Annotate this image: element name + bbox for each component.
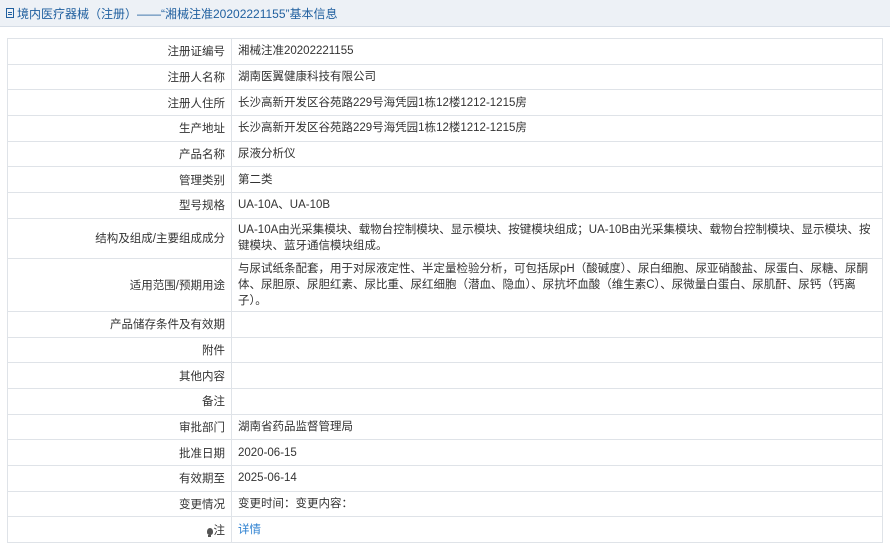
structure-composition: UA-10A由光采集模块、载物台控制模块、显示模块、按键模块组成；UA-10B由… <box>231 217 883 259</box>
table-row: 审批部门 湖南省药品监督管理局 <box>7 413 883 441</box>
registrant-address: 长沙高新开发区谷苑路229号海凭园1栋12楼1212-1215房 <box>231 89 883 117</box>
table-row: 变更情况 变更时间：变更内容： <box>7 490 883 518</box>
table-row: 注册证编号 湘械注准20202221155 <box>7 38 883 65</box>
product-name: 尿液分析仪 <box>231 140 883 168</box>
management-category: 第二类 <box>231 166 883 194</box>
model-spec: UA-10A、UA-10B <box>231 192 883 219</box>
approval-date: 2020-06-15 <box>231 439 883 466</box>
table-row: 产品名称 尿液分析仪 <box>7 140 883 168</box>
field-label: 产品名称 <box>7 140 232 168</box>
info-table: 注册证编号 湘械注准20202221155 注册人名称 湖南医翼健康科技有限公司… <box>7 38 883 543</box>
field-label: 附件 <box>7 336 232 364</box>
field-label: 结构及组成/主要组成成分 <box>7 217 232 259</box>
field-label: 注册证编号 <box>7 38 232 65</box>
table-row: 型号规格 UA-10A、UA-10B <box>7 192 883 219</box>
table-row: 附件 <box>7 336 883 364</box>
registrant-name: 湖南医翼健康科技有限公司 <box>231 63 883 91</box>
field-label: 变更情况 <box>7 490 232 518</box>
field-label: 管理类别 <box>7 166 232 194</box>
table-row: 注册人住所 长沙高新开发区谷苑路229号海凭园1栋12楼1212-1215房 <box>7 89 883 117</box>
field-label: 产品储存条件及有效期 <box>7 310 232 338</box>
change-info: 变更时间：变更内容： <box>231 490 883 518</box>
table-row: 结构及组成/主要组成成分 UA-10A由光采集模块、载物台控制模块、显示模块、按… <box>7 217 883 259</box>
field-label: 注 <box>213 524 226 537</box>
attachment <box>231 336 883 364</box>
lightbulb-icon <box>206 527 213 537</box>
storage-conditions <box>231 310 883 338</box>
remark <box>231 387 883 415</box>
field-label: 备注 <box>7 387 232 415</box>
field-label: 批准日期 <box>7 439 232 466</box>
note-label-cell: 注 <box>7 516 232 543</box>
info-panel: 注册证编号 湘械注准20202221155 注册人名称 湖南医翼健康科技有限公司… <box>0 27 890 543</box>
intended-use: 与尿试纸条配套，用于对尿液定性、半定量检验分析，可包括尿pH（酸碱度）、尿白细胞… <box>231 257 883 312</box>
registration-number: 湘械注准20202221155 <box>231 38 883 65</box>
field-label: 注册人名称 <box>7 63 232 91</box>
field-label: 其他内容 <box>7 362 232 389</box>
valid-until: 2025-06-14 <box>231 464 883 492</box>
details-link[interactable]: 详情 <box>238 524 261 536</box>
page-title: 境内医疗器械（注册）——“湘械注准20202221155”基本信息 <box>17 6 338 21</box>
other-content <box>231 362 883 389</box>
field-label: 型号规格 <box>7 192 232 219</box>
table-row: 适用范围/预期用途 与尿试纸条配套，用于对尿液定性、半定量检验分析，可包括尿pH… <box>7 257 883 312</box>
production-address: 长沙高新开发区谷苑路229号海凭园1栋12楼1212-1215房 <box>231 115 883 142</box>
table-row: 注 详情 <box>7 516 883 543</box>
field-label: 注册人住所 <box>7 89 232 117</box>
table-row: 生产地址 长沙高新开发区谷苑路229号海凭园1栋12楼1212-1215房 <box>7 115 883 142</box>
table-row: 批准日期 2020-06-15 <box>7 439 883 466</box>
table-row: 产品储存条件及有效期 <box>7 310 883 338</box>
field-label: 生产地址 <box>7 115 232 142</box>
table-row: 有效期至 2025-06-14 <box>7 464 883 492</box>
table-row: 备注 <box>7 387 883 415</box>
table-row: 其他内容 <box>7 362 883 389</box>
table-row: 注册人名称 湖南医翼健康科技有限公司 <box>7 63 883 91</box>
page-title-bar: 境内医疗器械（注册）——“湘械注准20202221155”基本信息 <box>0 0 890 27</box>
field-label: 有效期至 <box>7 464 232 492</box>
approval-department: 湖南省药品监督管理局 <box>231 413 883 441</box>
field-label: 适用范围/预期用途 <box>7 257 232 312</box>
field-label: 审批部门 <box>7 413 232 441</box>
note-value: 详情 <box>231 516 883 543</box>
table-row: 管理类别 第二类 <box>7 166 883 194</box>
document-icon <box>6 8 14 18</box>
